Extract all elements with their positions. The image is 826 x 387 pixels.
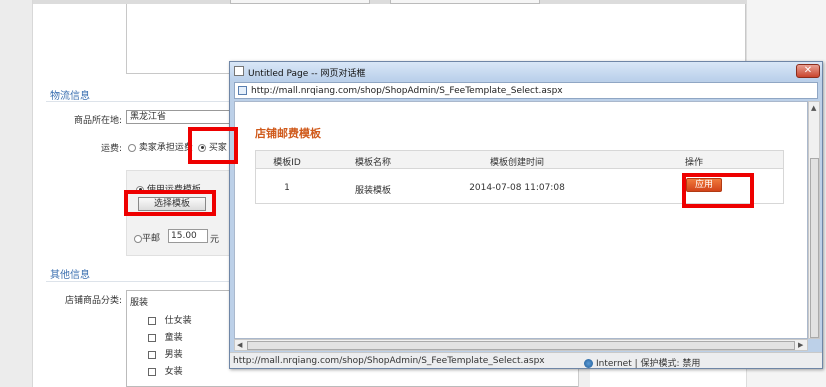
scroll-thumb[interactable] — [810, 158, 819, 338]
template-created: 2014-07-08 11:07:08 — [469, 183, 565, 193]
flat-rate-radio[interactable] — [134, 234, 142, 243]
section-divider — [46, 281, 236, 282]
address-text: http://mall.nrqiang.com/shop/ShopAdmin/S… — [251, 86, 563, 96]
seller-pays-radio[interactable] — [128, 143, 136, 152]
address-bar[interactable]: http://mall.nrqiang.com/shop/ShopAdmin/S… — [234, 82, 818, 99]
flat-rate-label: 平邮 — [142, 234, 161, 244]
category-checkbox[interactable] — [148, 316, 156, 325]
flat-rate-input[interactable]: 15.00 — [168, 229, 208, 243]
page-icon — [234, 66, 244, 76]
seller-pays-label: 卖家承担运费 — [138, 143, 193, 153]
category-checkbox[interactable] — [148, 350, 156, 359]
fee-template-heading: 店铺邮费模板 — [255, 127, 321, 140]
status-bar: http://mall.nrqiang.com/shop/ShopAdmin/S… — [230, 352, 822, 369]
category-checkbox[interactable] — [148, 333, 156, 342]
header-name: 模板名称 — [354, 158, 391, 168]
globe-icon — [584, 359, 593, 368]
scroll-thumb[interactable] — [247, 341, 795, 350]
category-root: 服装 — [130, 298, 149, 308]
vertical-scrollbar[interactable]: ▲ — [808, 101, 820, 339]
page-icon — [238, 86, 247, 95]
scroll-up-arrow[interactable]: ▲ — [811, 104, 816, 112]
highlight-box-buyer-pays — [188, 127, 238, 164]
category-item[interactable]: 女装 — [148, 364, 183, 377]
category-item[interactable]: 仕女装 — [148, 313, 192, 326]
header-created: 模板创建时间 — [489, 158, 544, 168]
other-section-title: 其他信息 — [50, 270, 90, 281]
fee-template-dialog: Untitled Page -- 网页对话框 ✕ http://mall.nrq… — [229, 61, 823, 369]
highlight-box-apply — [682, 173, 754, 208]
logistics-section-title: 物流信息 — [50, 91, 90, 102]
category-item-label: 仕女装 — [164, 316, 192, 326]
scroll-left-arrow[interactable]: ◀ — [237, 341, 242, 349]
location-select[interactable]: 黑龙江省 — [126, 110, 234, 124]
header-action: 操作 — [684, 158, 703, 168]
flat-rate-option[interactable]: 平邮 — [134, 231, 160, 244]
location-label: 商品所在地: — [73, 116, 122, 126]
highlight-box-choose-template — [124, 190, 216, 216]
template-name: 服装模板 — [354, 186, 391, 196]
dialog-title: Untitled Page -- 网页对话框 — [248, 69, 366, 79]
category-item-label: 童装 — [164, 333, 183, 343]
category-checkbox[interactable] — [148, 367, 156, 376]
category-item-label: 女装 — [164, 367, 183, 377]
shipping-label: 运费: — [100, 144, 122, 154]
seller-pays-option[interactable]: 卖家承担运费 — [128, 140, 193, 153]
category-item-label: 男装 — [164, 350, 183, 360]
category-item[interactable]: 男装 — [148, 347, 183, 360]
category-item[interactable]: 童装 — [148, 330, 183, 343]
close-button[interactable]: ✕ — [796, 64, 820, 78]
security-zone: Internet | 保护模式: 禁用 — [584, 356, 700, 369]
security-zone-label: Internet | 保护模式: 禁用 — [596, 359, 701, 369]
left-gutter — [0, 0, 33, 387]
horizontal-scrollbar[interactable]: ◀ ▶ — [234, 339, 808, 351]
currency-unit: 元 — [210, 235, 220, 245]
status-url: http://mall.nrqiang.com/shop/ShopAdmin/S… — [233, 356, 545, 366]
category-label: 店铺商品分类: — [64, 296, 122, 306]
scroll-right-arrow[interactable]: ▶ — [798, 341, 803, 349]
table-header-row: 模板ID 模板名称 模板创建时间 操作 — [256, 151, 783, 169]
header-id: 模板ID — [273, 158, 301, 168]
dialog-content: 店铺邮费模板 模板ID 模板名称 模板创建时间 操作 1 服装模板 2014-0… — [234, 101, 808, 339]
section-divider — [46, 101, 236, 102]
location-value: 黑龙江省 — [130, 112, 167, 122]
template-id: 1 — [284, 183, 290, 193]
dialog-titlebar[interactable]: Untitled Page -- 网页对话框 ✕ — [230, 62, 822, 81]
